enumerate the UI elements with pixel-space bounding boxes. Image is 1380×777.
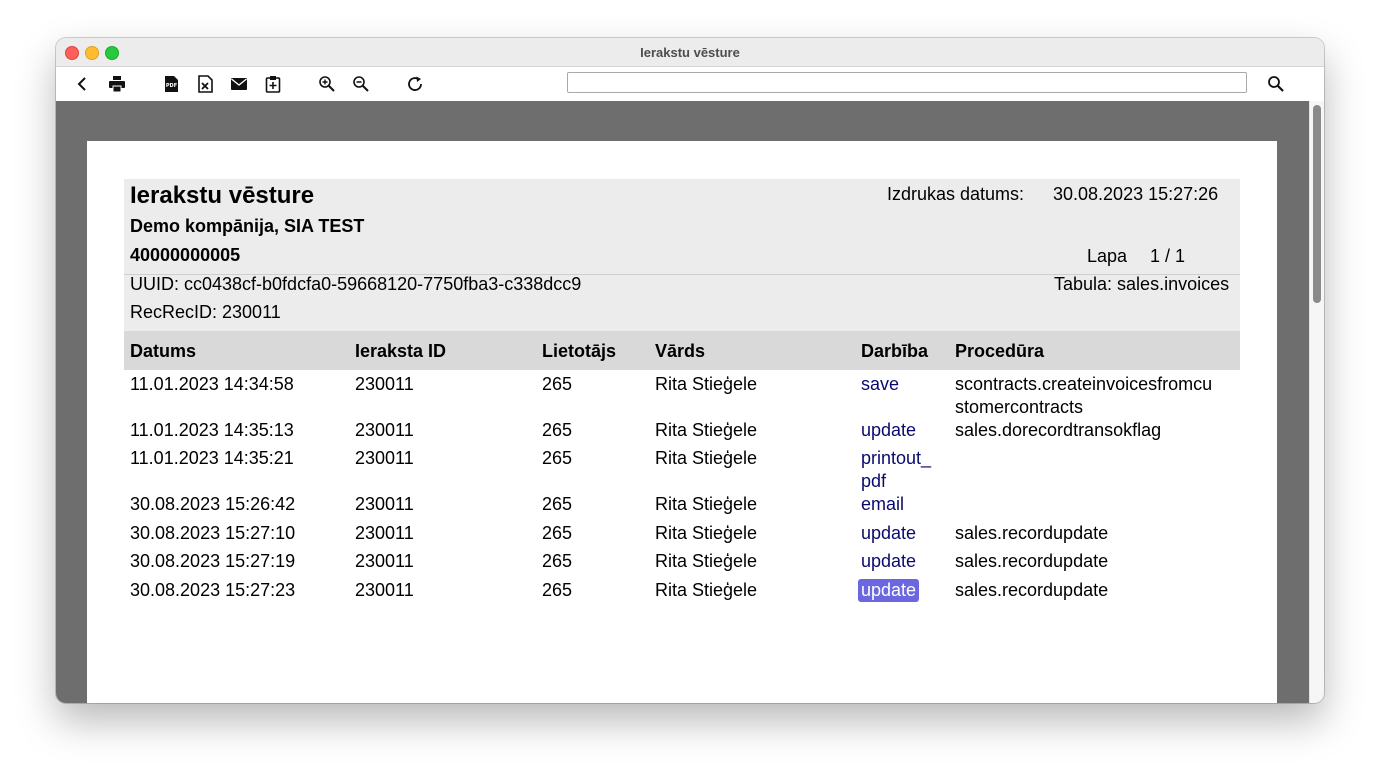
search-icon[interactable] xyxy=(1264,72,1288,96)
cell-date: 30.08.2023 15:26:42 xyxy=(130,494,296,514)
cell-name: Rita Stieģele xyxy=(655,551,758,571)
cell-date: 11.01.2023 14:35:13 xyxy=(130,420,294,440)
cell-procedure: scontracts.createinvoicesfromcustomercon… xyxy=(955,374,1213,417)
search-input[interactable] xyxy=(567,72,1247,93)
cell-date: 11.01.2023 14:34:58 xyxy=(130,374,294,394)
record-uuid: UUID: cc0438cf-b0fdcfa0-59668120-7750fba… xyxy=(130,274,582,294)
cell-name: Rita Stieģele xyxy=(655,494,758,514)
cell-name: Rita Stieģele xyxy=(655,523,758,543)
cell-record-id: 230011 xyxy=(355,420,414,440)
table-row: 11.01.2023 14:35:21 230011 265 Rita Stie… xyxy=(124,444,1240,493)
action-link[interactable]: update xyxy=(861,419,941,442)
table-name: Tabula: sales.invoices xyxy=(1054,274,1230,294)
cell-procedure: sales.dorecordtransokflag xyxy=(955,420,1162,440)
clipboard-icon[interactable] xyxy=(261,72,285,96)
cell-procedure: sales.recordupdate xyxy=(955,523,1109,543)
cell-name: Rita Stieģele xyxy=(655,580,758,600)
report-title: Ierakstu vēsture xyxy=(130,182,315,209)
column-header-record-id: Ieraksta ID xyxy=(355,341,447,361)
cell-record-id: 230011 xyxy=(355,551,414,571)
cell-record-id: 230011 xyxy=(355,374,414,394)
column-header-user: Lietotājs xyxy=(542,341,617,361)
column-header-date: Datums xyxy=(130,341,197,361)
action-link[interactable]: printout_pdf xyxy=(861,447,941,493)
title-bar: Ierakstu vēsture xyxy=(56,38,1324,67)
cell-name: Rita Stieģele xyxy=(655,448,758,468)
table-row: 30.08.2023 15:27:10 230011 265 Rita Stie… xyxy=(124,519,1240,547)
cell-date: 30.08.2023 15:27:23 xyxy=(130,580,296,600)
action-link[interactable]: update xyxy=(861,550,941,573)
toolbar: PDF xyxy=(56,67,1324,101)
zoom-in-icon[interactable] xyxy=(315,72,339,96)
action-link[interactable]: email xyxy=(861,493,941,516)
cell-name: Rita Stieģele xyxy=(655,374,758,394)
print-date-label: Izdrukas datums: xyxy=(887,184,1025,204)
cell-user: 265 xyxy=(542,523,573,543)
svg-text:PDF: PDF xyxy=(166,83,177,89)
vertical-scrollbar[interactable] xyxy=(1309,101,1324,703)
report-header: Ierakstu vēsture Demo kompānija, SIA TES… xyxy=(124,179,1240,331)
back-icon[interactable] xyxy=(71,72,95,96)
report-page: Ierakstu vēsture Demo kompānija, SIA TES… xyxy=(87,141,1277,703)
refresh-icon[interactable] xyxy=(403,72,427,96)
cell-record-id: 230011 xyxy=(355,580,414,600)
table-row: 11.01.2023 14:35:13 230011 265 Rita Stie… xyxy=(124,416,1240,444)
action-link[interactable]: save xyxy=(861,373,941,396)
table-row: 11.01.2023 14:34:58 230011 265 Rita Stie… xyxy=(124,370,1240,417)
print-icon[interactable] xyxy=(105,72,129,96)
cell-user: 265 xyxy=(542,494,573,514)
cell-date: 30.08.2023 15:27:10 xyxy=(130,523,296,543)
table-header: Datums Ieraksta ID Lietotājs Vārds Darbī… xyxy=(124,331,1240,370)
scrollbar-thumb[interactable] xyxy=(1313,105,1321,303)
recrec-id: RecRecID: 230011 xyxy=(130,302,281,322)
registration-number: 40000000005 xyxy=(130,245,241,265)
cell-date: 30.08.2023 15:27:19 xyxy=(130,551,296,571)
table-row-selected: 30.08.2023 15:27:23 230011 265 Rita Stie… xyxy=(124,576,1240,605)
report-window: Ierakstu vēsture PDF Ierakstu vēsture De… xyxy=(56,38,1324,703)
email-icon[interactable] xyxy=(227,72,251,96)
excel-export-icon[interactable] xyxy=(193,72,217,96)
cell-procedure: sales.recordupdate xyxy=(955,551,1109,571)
cell-user: 265 xyxy=(542,580,573,600)
cell-procedure: sales.recordupdate xyxy=(955,580,1109,600)
column-header-procedure: Procedūra xyxy=(955,341,1045,361)
pdf-icon[interactable]: PDF xyxy=(159,72,183,96)
window-title: Ierakstu vēsture xyxy=(640,45,740,60)
history-table: 11.01.2023 14:34:58 230011 265 Rita Stie… xyxy=(124,370,1240,605)
cell-user: 265 xyxy=(542,420,573,440)
cell-user: 265 xyxy=(542,448,573,468)
action-link[interactable]: update xyxy=(861,522,941,545)
cell-user: 265 xyxy=(542,551,573,571)
table-row: 30.08.2023 15:27:19 230011 265 Rita Stie… xyxy=(124,547,1240,576)
column-header-action: Darbība xyxy=(861,341,929,361)
action-link-selected[interactable]: update xyxy=(858,579,920,602)
cell-record-id: 230011 xyxy=(355,448,414,468)
cell-name: Rita Stieģele xyxy=(655,420,758,440)
column-header-name: Vārds xyxy=(655,341,706,361)
cell-date: 11.01.2023 14:35:21 xyxy=(130,448,294,468)
table-row: 30.08.2023 15:26:42 230011 265 Rita Stie… xyxy=(124,490,1240,519)
cell-user: 265 xyxy=(542,374,573,394)
page-label: Lapa xyxy=(1087,246,1128,266)
print-date: 30.08.2023 15:27:26 xyxy=(1053,184,1219,204)
zoom-out-icon[interactable] xyxy=(349,72,373,96)
cell-record-id: 230011 xyxy=(355,523,414,543)
company-name: Demo kompānija, SIA TEST xyxy=(130,216,365,236)
report-viewport[interactable]: Ierakstu vēsture Demo kompānija, SIA TES… xyxy=(56,101,1309,703)
page-number: 1 / 1 xyxy=(1150,246,1186,266)
cell-record-id: 230011 xyxy=(355,494,414,514)
